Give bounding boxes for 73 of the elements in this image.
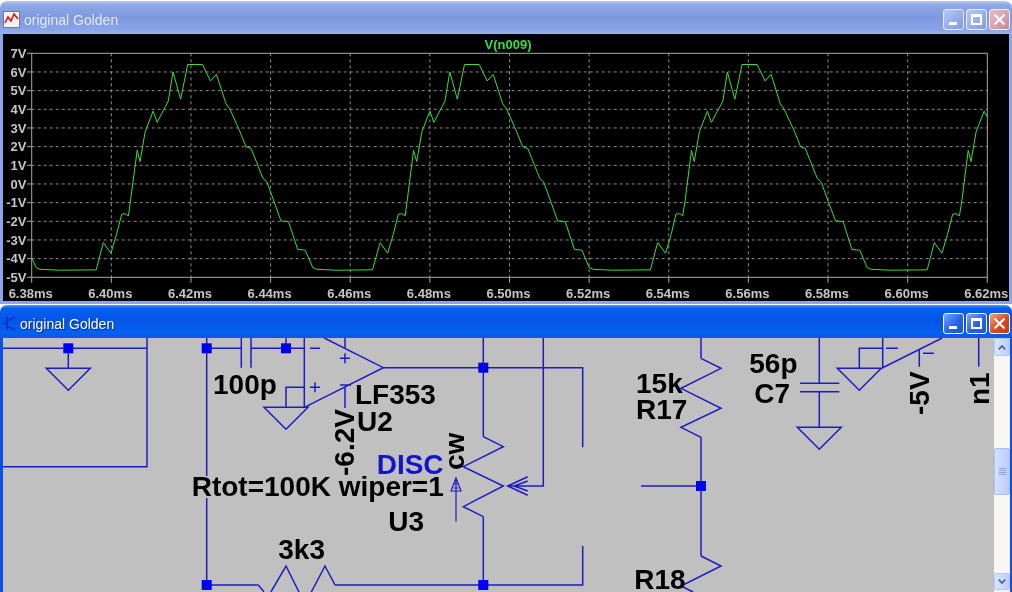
y-tick-label: 0V: [10, 176, 27, 192]
scroll-down-button[interactable]: [994, 573, 1010, 590]
y-tick-label: 2V: [10, 139, 27, 155]
chevron-down-icon: [998, 579, 1006, 584]
y-tick-label: 7V: [10, 45, 27, 61]
capacitor-symbol: [799, 382, 841, 393]
schematic-label: 3k3: [278, 538, 325, 561]
x-tick-label: 6.52ms: [566, 285, 611, 301]
x-tick-label: 6.40ms: [88, 285, 133, 301]
x-tick-label: 6.62ms: [964, 285, 1009, 301]
schematic-label: -5V: [908, 371, 931, 415]
wire: [977, 338, 980, 368]
scrollbar-thumb[interactable]: [994, 448, 1010, 495]
y-tick-label: 1V: [10, 157, 27, 173]
schematic-label: U3: [388, 511, 425, 533]
capacitor-symbol: [240, 338, 252, 369]
schematic-label: -6.2V: [334, 408, 357, 476]
maximize-icon: [971, 318, 982, 329]
chevron-up-icon: [998, 344, 1006, 350]
scroll-up-button[interactable]: [994, 338, 1010, 356]
x-tick-label: 6.44ms: [247, 285, 292, 301]
minimize-icon: [949, 22, 957, 25]
grip-icon: [998, 468, 1006, 475]
minimize-button[interactable]: [943, 9, 964, 30]
maximize-icon: [971, 14, 982, 25]
y-tick-label: 6V: [10, 64, 27, 80]
schematic-label: C7: [754, 382, 791, 405]
comment-text: DISC: [376, 453, 444, 476]
wire: [818, 390, 821, 429]
x-tick-label: 6.42ms: [167, 285, 212, 301]
schematic-label: R17: [636, 399, 688, 422]
ground-symbol: [44, 367, 93, 392]
schematic-label: n1: [969, 372, 992, 405]
x-tick-label: 6.50ms: [486, 285, 531, 301]
y-tick-label: -3V: [6, 232, 27, 248]
schematic-label: LF353: [355, 384, 436, 407]
close-button[interactable]: [989, 9, 1010, 30]
wire: [285, 386, 306, 409]
ground-symbol: [835, 367, 884, 392]
wire: [700, 338, 702, 360]
wire: [858, 347, 884, 370]
window-title: original Golden: [24, 10, 119, 29]
y-tick-label: 3V: [10, 120, 27, 136]
x-tick-label: 6.56ms: [725, 285, 770, 301]
x-tick-label: 6.60ms: [884, 285, 929, 301]
x-tick-label: 6.48ms: [406, 285, 451, 301]
schematic-label: 15k: [636, 372, 683, 395]
y-tick-label: 4V: [10, 101, 27, 117]
trace-label: V(n009): [484, 37, 532, 52]
x-tick-label: 6.58ms: [805, 285, 850, 301]
ground-symbol: [795, 426, 844, 451]
ground-symbol: [262, 406, 310, 431]
schematic-label: U2: [357, 411, 393, 433]
close-icon: [994, 14, 1005, 25]
op-amp-symbol: [881, 338, 943, 369]
y-tick-label: -5V: [6, 269, 27, 285]
schematic-label: cw: [444, 432, 467, 470]
window-title: original Golden: [20, 314, 115, 333]
transistor-icon: [3, 316, 16, 331]
y-tick-label: -2V: [6, 213, 27, 229]
y-tick-label: -1V: [6, 195, 27, 211]
close-icon: [994, 318, 1005, 329]
schematic-label: R18: [634, 569, 686, 592]
x-tick-label: 6.38ms: [8, 285, 53, 301]
wire: [818, 338, 821, 385]
y-tick-label: 5V: [10, 83, 27, 99]
x-tick-label: 6.46ms: [327, 285, 372, 301]
minimize-icon: [949, 326, 957, 329]
x-tick-label: 6.54ms: [645, 285, 690, 301]
arrow-marker: [450, 476, 462, 523]
y-tick-label: -4V: [6, 251, 27, 267]
chart-icon: [3, 11, 20, 28]
maximize-button[interactable]: [966, 9, 987, 30]
